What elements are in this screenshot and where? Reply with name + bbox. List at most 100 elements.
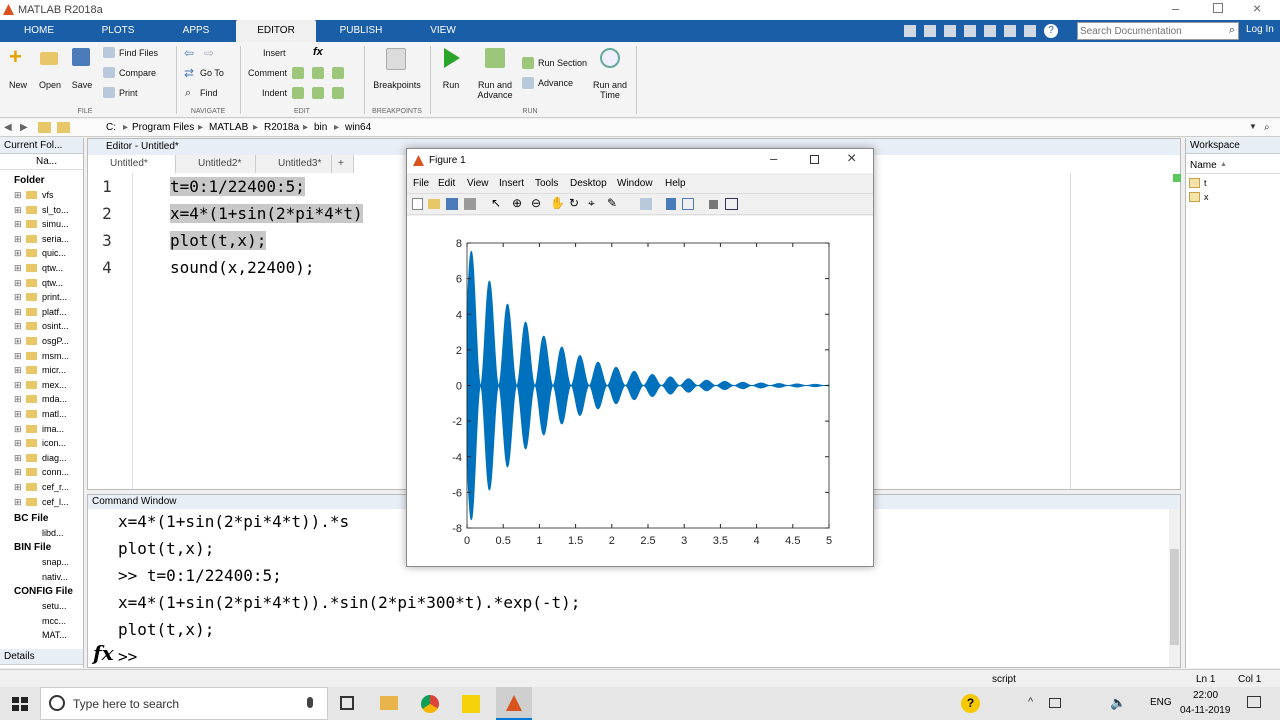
workspace-column-header[interactable]: Name ▲: [1186, 158, 1280, 174]
clock-date[interactable]: 04-11-2019: [1180, 705, 1230, 716]
microphone-icon[interactable]: [307, 697, 313, 708]
menu-file[interactable]: File: [413, 178, 429, 189]
close-icon[interactable]: ×: [1253, 0, 1261, 16]
expand-icon[interactable]: ⊞: [14, 495, 22, 510]
expand-icon[interactable]: ⊞: [14, 246, 22, 261]
menu-help[interactable]: Help: [665, 178, 686, 189]
run-button[interactable]: Run: [436, 80, 466, 90]
go-to-button[interactable]: Go To: [200, 68, 224, 78]
path-segment[interactable]: win64: [345, 122, 371, 133]
minimize-icon[interactable]: –: [770, 151, 777, 166]
forward-arrow-icon[interactable]: ⇨: [204, 47, 216, 59]
tray-chevron-icon[interactable]: ^: [1028, 696, 1033, 708]
notification-icon[interactable]: [1247, 696, 1261, 708]
forward-icon[interactable]: ▶: [20, 122, 28, 133]
login-link[interactable]: Log In: [1246, 24, 1274, 35]
help-icon[interactable]: ?: [1044, 24, 1058, 38]
open-file-icon[interactable]: [428, 199, 440, 209]
path-segment[interactable]: R2018a: [264, 122, 299, 133]
search-icon[interactable]: ⌕: [1229, 24, 1235, 37]
comment-percent-icon[interactable]: [292, 67, 304, 79]
rotate-3d-icon[interactable]: ↻: [569, 196, 579, 210]
expand-icon[interactable]: ⊞: [14, 290, 22, 305]
expand-icon[interactable]: ⊞: [14, 217, 22, 232]
name-column[interactable]: Na...: [36, 156, 57, 167]
code-line[interactable]: x=4*(1+sin(2*pi*4*t): [170, 204, 363, 223]
data-cursor-icon[interactable]: ⌖: [588, 196, 595, 211]
close-icon[interactable]: ×: [847, 150, 856, 168]
expand-icon[interactable]: ⊞: [14, 203, 22, 218]
task-view-icon[interactable]: [340, 696, 354, 710]
zoom-in-icon[interactable]: ⊕: [512, 196, 522, 210]
edit-plot-icon[interactable]: ↖: [491, 196, 501, 210]
tab-untitled2[interactable]: Untitled2*: [176, 155, 256, 173]
expand-icon[interactable]: ⊞: [14, 188, 22, 203]
find-button[interactable]: Find: [200, 88, 218, 98]
brush-icon[interactable]: ✎: [607, 196, 617, 210]
up-folder-icon[interactable]: [38, 122, 51, 133]
command-scrollbar[interactable]: [1169, 509, 1180, 667]
indent-icon[interactable]: [312, 87, 324, 99]
save-button[interactable]: Save: [68, 80, 96, 90]
show-plot-tools-icon[interactable]: [725, 198, 738, 210]
language-indicator[interactable]: ENG: [1150, 697, 1172, 708]
expand-icon[interactable]: ⊞: [14, 407, 22, 422]
colorbar-icon[interactable]: [666, 198, 676, 210]
cut-icon[interactable]: [924, 25, 936, 37]
link-plot-icon[interactable]: [640, 198, 652, 210]
maximize-icon[interactable]: [1213, 3, 1223, 13]
details-panel-header[interactable]: Details: [0, 649, 83, 665]
menu-window[interactable]: Window: [617, 178, 653, 189]
bc-file-header[interactable]: BC File: [0, 512, 48, 527]
search-folder-icon[interactable]: ⌕: [1264, 122, 1270, 133]
command-line[interactable]: >> t=0:1/22400:5;: [118, 566, 282, 585]
run-and-time-button[interactable]: Run and Time: [590, 80, 630, 100]
hide-plot-tools-icon[interactable]: [709, 200, 718, 209]
browse-folder-icon[interactable]: [57, 122, 70, 133]
back-arrow-icon[interactable]: ⇦: [184, 47, 196, 59]
print-figure-icon[interactable]: [464, 198, 476, 210]
run-and-advance-button[interactable]: Run and Advance: [474, 80, 516, 100]
code-line[interactable]: sound(x,22400);: [170, 258, 315, 277]
config-file-header[interactable]: CONFIG File: [0, 585, 73, 600]
folder-column-header[interactable]: Na...: [0, 154, 83, 170]
tab-publish[interactable]: PUBLISH: [328, 20, 394, 42]
menu-desktop[interactable]: Desktop: [570, 178, 607, 189]
save-figure-icon[interactable]: [446, 198, 458, 210]
tab-view[interactable]: VIEW: [412, 20, 474, 42]
expand-icon[interactable]: ⊞: [14, 232, 22, 247]
save-icon[interactable]: [904, 25, 916, 37]
chrome-icon[interactable]: [421, 695, 439, 713]
compare-button[interactable]: Compare: [119, 68, 156, 78]
wrap-comment-icon[interactable]: [332, 67, 344, 79]
legend-icon[interactable]: [682, 198, 694, 210]
comment-button[interactable]: Comment: [248, 68, 287, 78]
paste-icon[interactable]: [964, 25, 976, 37]
minimize-icon[interactable]: –: [1172, 1, 1179, 16]
path-dropdown-icon[interactable]: ▼: [1249, 122, 1257, 131]
insert-button[interactable]: Insert: [263, 48, 286, 58]
search-input[interactable]: [1078, 23, 1218, 39]
switch-windows-icon[interactable]: [1024, 25, 1036, 37]
menu-edit[interactable]: Edit: [438, 178, 455, 189]
redo-icon[interactable]: [1004, 25, 1016, 37]
outdent-icon[interactable]: [332, 87, 344, 99]
breakpoints-button[interactable]: Breakpoints: [368, 80, 426, 90]
command-line[interactable]: x=4*(1+sin(2*pi*4*t)).*sin(2*pi*300*t).*…: [118, 593, 580, 612]
variable-name[interactable]: x: [1204, 192, 1209, 202]
expand-icon[interactable]: ⊞: [14, 305, 22, 320]
search-documentation[interactable]: ⌕: [1077, 22, 1239, 40]
expand-icon[interactable]: ⊞: [14, 392, 22, 407]
advance-button[interactable]: Advance: [538, 78, 573, 88]
expand-icon[interactable]: ⊞: [14, 363, 22, 378]
expand-icon[interactable]: ⊞: [14, 422, 22, 437]
expand-icon[interactable]: ⊞: [14, 480, 22, 495]
indent-button[interactable]: Indent: [262, 88, 287, 98]
expand-icon[interactable]: ⊞: [14, 451, 22, 466]
network-icon[interactable]: [1049, 698, 1061, 708]
tab-apps[interactable]: APPS: [168, 20, 224, 42]
menu-view[interactable]: View: [467, 178, 489, 189]
name-column[interactable]: Name: [1190, 160, 1217, 171]
command-prompt[interactable]: >>: [118, 647, 137, 666]
zoom-out-icon[interactable]: ⊖: [531, 196, 541, 210]
